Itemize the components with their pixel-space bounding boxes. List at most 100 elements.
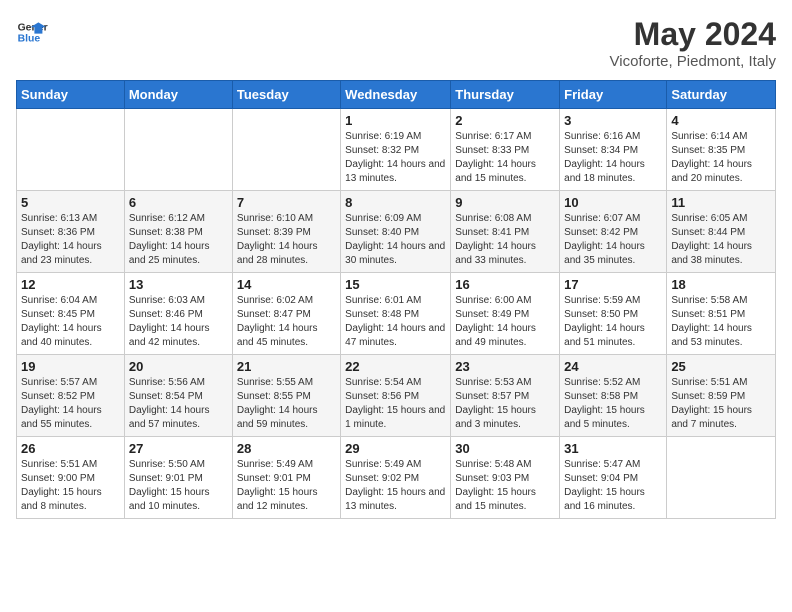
svg-text:General: General <box>18 22 48 33</box>
calendar-cell: 29 Sunrise: 5:49 AM Sunset: 9:02 PM Dayli… <box>341 437 451 519</box>
calendar-table: SundayMondayTuesdayWednesdayThursdayFrid… <box>16 80 776 519</box>
day-info: Sunrise: 6:04 AM Sunset: 8:45 PM Dayligh… <box>21 294 120 350</box>
day-info: Sunrise: 6:03 AM Sunset: 8:46 PM Dayligh… <box>129 294 228 350</box>
day-number: 2 <box>455 113 555 128</box>
calendar-cell: 19 Sunrise: 5:57 AM Sunset: 8:52 PM Dayli… <box>17 355 125 437</box>
day-number: 7 <box>237 195 336 210</box>
day-number: 17 <box>564 277 662 292</box>
day-number: 10 <box>564 195 662 210</box>
calendar-cell <box>17 109 125 191</box>
calendar-week-row: 1 Sunrise: 6:19 AM Sunset: 8:32 PM Daylig… <box>17 109 776 191</box>
calendar-week-row: 19 Sunrise: 5:57 AM Sunset: 8:52 PM Dayli… <box>17 355 776 437</box>
day-header-sunday: Sunday <box>17 81 125 109</box>
calendar-cell: 30 Sunrise: 5:48 AM Sunset: 9:03 PM Dayli… <box>451 437 560 519</box>
day-number: 16 <box>455 277 555 292</box>
day-number: 23 <box>455 359 555 374</box>
day-number: 1 <box>345 113 446 128</box>
day-number: 22 <box>345 359 446 374</box>
calendar-cell: 23 Sunrise: 5:53 AM Sunset: 8:57 PM Dayli… <box>451 355 560 437</box>
calendar-cell: 18Sunrise: 5:58 AM Sunset: 8:51 PM Dayli… <box>667 273 776 355</box>
day-number: 12 <box>21 277 120 292</box>
day-number: 11 <box>671 195 771 210</box>
calendar-cell: 20Sunrise: 5:56 AM Sunset: 8:54 PM Dayli… <box>124 355 232 437</box>
day-info: Sunrise: 6:09 AM Sunset: 8:40 PM Dayligh… <box>345 212 446 268</box>
calendar-header-row: SundayMondayTuesdayWednesdayThursdayFrid… <box>17 81 776 109</box>
calendar-cell: 15Sunrise: 6:01 AM Sunset: 8:48 PM Dayli… <box>341 273 451 355</box>
day-number: 8 <box>345 195 446 210</box>
calendar-cell: 10 Sunrise: 6:07 AM Sunset: 8:42 PM Dayli… <box>560 191 667 273</box>
calendar-cell: 2Sunrise: 6:17 AM Sunset: 8:33 PM Daylig… <box>451 109 560 191</box>
day-info: Sunrise: 6:00 AM Sunset: 8:49 PM Dayligh… <box>455 294 555 350</box>
day-number: 21 <box>237 359 336 374</box>
day-info: Sunrise: 6:07 AM Sunset: 8:42 PM Dayligh… <box>564 212 662 268</box>
day-info: Sunrise: 5:57 AM Sunset: 8:52 PM Dayligh… <box>21 376 120 432</box>
day-info: Sunrise: 5:47 AM Sunset: 9:04 PM Dayligh… <box>564 458 662 514</box>
calendar-cell: 16 Sunrise: 6:00 AM Sunset: 8:49 PM Dayli… <box>451 273 560 355</box>
day-info: Sunrise: 5:53 AM Sunset: 8:57 PM Dayligh… <box>455 376 555 432</box>
day-info: Sunrise: 5:52 AM Sunset: 8:58 PM Dayligh… <box>564 376 662 432</box>
day-info: Sunrise: 5:49 AM Sunset: 9:02 PM Dayligh… <box>345 458 446 514</box>
calendar-week-row: 12 Sunrise: 6:04 AM Sunset: 8:45 PM Dayli… <box>17 273 776 355</box>
calendar-cell: 3 Sunrise: 6:16 AM Sunset: 8:34 PM Daylig… <box>560 109 667 191</box>
calendar-cell <box>232 109 340 191</box>
day-info: Sunrise: 6:10 AM Sunset: 8:39 PM Dayligh… <box>237 212 336 268</box>
month-title: May 2024 <box>610 16 776 53</box>
day-number: 13 <box>129 277 228 292</box>
day-info: Sunrise: 6:13 AM Sunset: 8:36 PM Dayligh… <box>21 212 120 268</box>
day-info: Sunrise: 6:14 AM Sunset: 8:35 PM Dayligh… <box>671 130 771 186</box>
header: General Blue May 2024 Vicoforte, Piedmon… <box>16 16 776 70</box>
calendar-cell: 7 Sunrise: 6:10 AM Sunset: 8:39 PM Daylig… <box>232 191 340 273</box>
day-header-friday: Friday <box>560 81 667 109</box>
location-subtitle: Vicoforte, Piedmont, Italy <box>610 53 776 70</box>
calendar-cell: 17 Sunrise: 5:59 AM Sunset: 8:50 PM Dayli… <box>560 273 667 355</box>
calendar-cell: 12 Sunrise: 6:04 AM Sunset: 8:45 PM Dayli… <box>17 273 125 355</box>
day-number: 4 <box>671 113 771 128</box>
calendar-cell: 14Sunrise: 6:02 AM Sunset: 8:47 PM Dayli… <box>232 273 340 355</box>
calendar-cell: 4 Sunrise: 6:14 AM Sunset: 8:35 PM Daylig… <box>667 109 776 191</box>
day-info: Sunrise: 6:19 AM Sunset: 8:32 PM Dayligh… <box>345 130 446 186</box>
day-number: 5 <box>21 195 120 210</box>
day-number: 28 <box>237 441 336 456</box>
day-info: Sunrise: 5:54 AM Sunset: 8:56 PM Dayligh… <box>345 376 446 432</box>
day-info: Sunrise: 5:51 AM Sunset: 9:00 PM Dayligh… <box>21 458 120 514</box>
calendar-cell: 11 Sunrise: 6:05 AM Sunset: 8:44 PM Dayli… <box>667 191 776 273</box>
day-info: Sunrise: 5:50 AM Sunset: 9:01 PM Dayligh… <box>129 458 228 514</box>
day-number: 9 <box>455 195 555 210</box>
day-header-thursday: Thursday <box>451 81 560 109</box>
day-number: 6 <box>129 195 228 210</box>
day-info: Sunrise: 5:59 AM Sunset: 8:50 PM Dayligh… <box>564 294 662 350</box>
calendar-cell: 6Sunrise: 6:12 AM Sunset: 8:38 PM Daylig… <box>124 191 232 273</box>
calendar-cell: 21 Sunrise: 5:55 AM Sunset: 8:55 PM Dayli… <box>232 355 340 437</box>
day-number: 31 <box>564 441 662 456</box>
day-info: Sunrise: 5:56 AM Sunset: 8:54 PM Dayligh… <box>129 376 228 432</box>
day-header-wednesday: Wednesday <box>341 81 451 109</box>
day-info: Sunrise: 5:49 AM Sunset: 9:01 PM Dayligh… <box>237 458 336 514</box>
calendar-cell: 13 Sunrise: 6:03 AM Sunset: 8:46 PM Dayli… <box>124 273 232 355</box>
day-info: Sunrise: 5:55 AM Sunset: 8:55 PM Dayligh… <box>237 376 336 432</box>
day-info: Sunrise: 5:48 AM Sunset: 9:03 PM Dayligh… <box>455 458 555 514</box>
day-number: 19 <box>21 359 120 374</box>
day-number: 15 <box>345 277 446 292</box>
calendar-cell: 9 Sunrise: 6:08 AM Sunset: 8:41 PM Daylig… <box>451 191 560 273</box>
calendar-cell: 24 Sunrise: 5:52 AM Sunset: 8:58 PM Dayli… <box>560 355 667 437</box>
calendar-body: 1 Sunrise: 6:19 AM Sunset: 8:32 PM Daylig… <box>17 109 776 519</box>
calendar-cell: 31 Sunrise: 5:47 AM Sunset: 9:04 PM Dayli… <box>560 437 667 519</box>
day-number: 24 <box>564 359 662 374</box>
calendar-cell <box>667 437 776 519</box>
day-info: Sunrise: 5:51 AM Sunset: 8:59 PM Dayligh… <box>671 376 771 432</box>
calendar-cell: 28 Sunrise: 5:49 AM Sunset: 9:01 PM Dayli… <box>232 437 340 519</box>
day-info: Sunrise: 6:16 AM Sunset: 8:34 PM Dayligh… <box>564 130 662 186</box>
calendar-week-row: 5 Sunrise: 6:13 AM Sunset: 8:36 PM Daylig… <box>17 191 776 273</box>
day-number: 3 <box>564 113 662 128</box>
calendar-cell: 5 Sunrise: 6:13 AM Sunset: 8:36 PM Daylig… <box>17 191 125 273</box>
day-info: Sunrise: 6:05 AM Sunset: 8:44 PM Dayligh… <box>671 212 771 268</box>
svg-text:Blue: Blue <box>18 34 41 45</box>
calendar-cell: 1 Sunrise: 6:19 AM Sunset: 8:32 PM Daylig… <box>341 109 451 191</box>
day-info: Sunrise: 5:58 AM Sunset: 8:51 PM Dayligh… <box>671 294 771 350</box>
day-number: 29 <box>345 441 446 456</box>
logo-icon: General Blue <box>16 16 48 48</box>
calendar-cell <box>124 109 232 191</box>
calendar-cell: 8 Sunrise: 6:09 AM Sunset: 8:40 PM Daylig… <box>341 191 451 273</box>
day-info: Sunrise: 6:08 AM Sunset: 8:41 PM Dayligh… <box>455 212 555 268</box>
day-number: 30 <box>455 441 555 456</box>
